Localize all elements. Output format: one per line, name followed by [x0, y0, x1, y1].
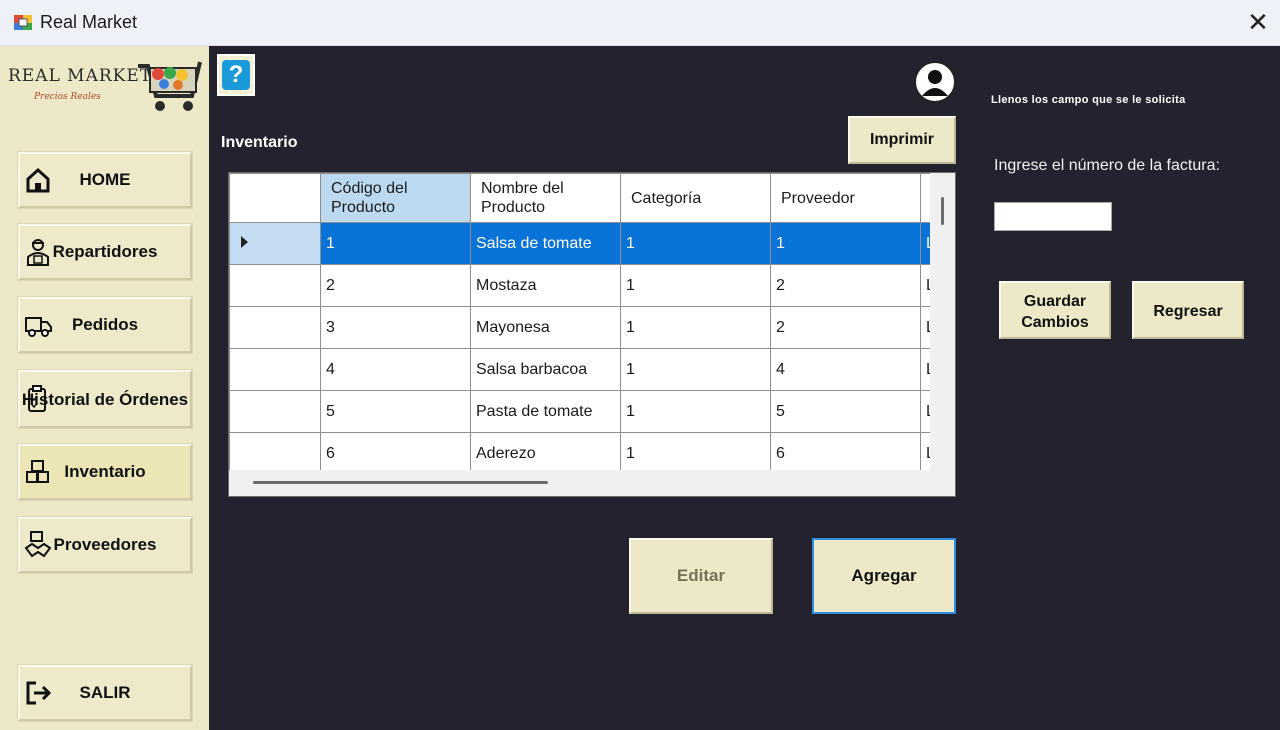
- table-row[interactable]: 5 Pasta de tomate 1 5 L: [229, 390, 942, 433]
- logo-tagline: Precios Reales: [34, 92, 101, 102]
- table-cell[interactable]: 1: [620, 222, 771, 265]
- row-header[interactable]: [229, 306, 321, 349]
- horizontal-scrollbar[interactable]: [229, 470, 955, 496]
- row-header[interactable]: [229, 390, 321, 433]
- column-header[interactable]: Categoría: [620, 173, 771, 223]
- table-cell[interactable]: 5: [320, 390, 471, 433]
- table-cell[interactable]: Salsa de tomate: [470, 222, 621, 265]
- invoice-number-label: Ingrese el número de la factura:: [994, 157, 1220, 174]
- invoice-number-input[interactable]: [994, 202, 1112, 231]
- help-icon: ?: [222, 60, 250, 90]
- app-icon: [14, 15, 32, 30]
- table-cell[interactable]: 6: [320, 432, 471, 475]
- logo-name: REAL MARKET: [8, 66, 153, 86]
- vertical-scroll-thumb[interactable]: [941, 197, 944, 225]
- sidebar-item-proveedores[interactable]: Proveedores: [18, 517, 192, 573]
- column-header[interactable]: Proveedor: [770, 173, 921, 223]
- table-row[interactable]: 4 Salsa barbacoa 1 4 L: [229, 348, 942, 391]
- vertical-scrollbar[interactable]: [930, 173, 955, 470]
- row-header[interactable]: [229, 432, 321, 475]
- handshake-icon: [24, 531, 52, 558]
- inventory-boxes-icon: [26, 460, 49, 483]
- table-cell[interactable]: 5: [770, 390, 921, 433]
- column-header[interactable]: Código del Producto: [320, 173, 471, 223]
- table-cell[interactable]: Aderezo: [470, 432, 621, 475]
- clipboard-icon: [28, 385, 46, 412]
- instruction-text: Llenos los campo que se le solicita: [991, 94, 1186, 106]
- sidebar-item-inventario[interactable]: Inventario: [18, 444, 192, 500]
- horizontal-scroll-thumb[interactable]: [253, 481, 548, 484]
- sidebar-item-home[interactable]: HOME: [18, 152, 192, 208]
- shopping-cart-icon: [138, 61, 202, 111]
- back-button[interactable]: Regresar: [1132, 281, 1244, 339]
- table-cell[interactable]: 4: [770, 348, 921, 391]
- table-cell[interactable]: 1: [320, 222, 471, 265]
- table-cell[interactable]: 3: [320, 306, 471, 349]
- table-cell[interactable]: Mayonesa: [470, 306, 621, 349]
- title-bar: Real Market ✕: [0, 0, 1280, 46]
- table-row[interactable]: 3 Mayonesa 1 2 L: [229, 306, 942, 349]
- inventory-table: Código del Producto Nombre del Producto …: [229, 173, 942, 475]
- sidebar-item-historial[interactable]: Historial de Órdenes: [18, 370, 192, 428]
- close-icon[interactable]: ✕: [1244, 8, 1272, 36]
- inventory-grid[interactable]: Código del Producto Nombre del Producto …: [228, 172, 956, 497]
- sidebar-item-salir[interactable]: SALIR: [18, 665, 192, 721]
- table-cell[interactable]: 1: [620, 348, 771, 391]
- delivery-person-icon: [27, 239, 49, 266]
- logo: REAL MARKET Precios Reales: [6, 52, 206, 116]
- table-row[interactable]: 2 Mostaza 1 2 L: [229, 264, 942, 307]
- table-cell[interactable]: 2: [770, 306, 921, 349]
- table-cell[interactable]: Pasta de tomate: [470, 390, 621, 433]
- sidebar: REAL MARKET Precios Reales HOME Repartid…: [0, 46, 209, 730]
- table-cell[interactable]: Mostaza: [470, 264, 621, 307]
- table-row[interactable]: 6 Aderezo 1 6 L: [229, 432, 942, 475]
- row-header[interactable]: [229, 222, 321, 265]
- table-row[interactable]: 1 Salsa de tomate 1 1 L: [229, 222, 942, 265]
- logout-icon: [26, 681, 52, 705]
- table-cell[interactable]: 1: [620, 390, 771, 433]
- column-header[interactable]: Nombre del Producto: [470, 173, 621, 223]
- home-icon: [26, 167, 50, 193]
- table-cell[interactable]: 6: [770, 432, 921, 475]
- help-button[interactable]: ?: [217, 54, 255, 96]
- table-cell[interactable]: 1: [770, 222, 921, 265]
- edit-button[interactable]: Editar: [629, 538, 773, 614]
- row-header-corner: [229, 173, 321, 223]
- table-cell[interactable]: 4: [320, 348, 471, 391]
- print-button[interactable]: Imprimir: [848, 116, 956, 164]
- table-cell[interactable]: 2: [320, 264, 471, 307]
- table-cell[interactable]: 1: [620, 432, 771, 475]
- section-title: Inventario: [221, 134, 298, 151]
- user-icon[interactable]: [913, 60, 957, 104]
- current-row-icon: [241, 235, 248, 248]
- window-title: Real Market: [40, 12, 138, 32]
- table-cell[interactable]: 1: [620, 264, 771, 307]
- table-cell[interactable]: 2: [770, 264, 921, 307]
- table-cell[interactable]: 1: [620, 306, 771, 349]
- row-header[interactable]: [229, 264, 321, 307]
- add-button[interactable]: Agregar: [812, 538, 956, 614]
- save-changes-button[interactable]: Guardar Cambios: [999, 281, 1111, 339]
- row-header[interactable]: [229, 348, 321, 391]
- sidebar-item-repartidores[interactable]: Repartidores: [18, 224, 192, 280]
- sidebar-item-pedidos[interactable]: Pedidos: [18, 297, 192, 353]
- truck-icon: [25, 317, 52, 337]
- main-panel: ? Inventario Imprimir Código del Product…: [209, 46, 1280, 730]
- table-cell[interactable]: Salsa barbacoa: [470, 348, 621, 391]
